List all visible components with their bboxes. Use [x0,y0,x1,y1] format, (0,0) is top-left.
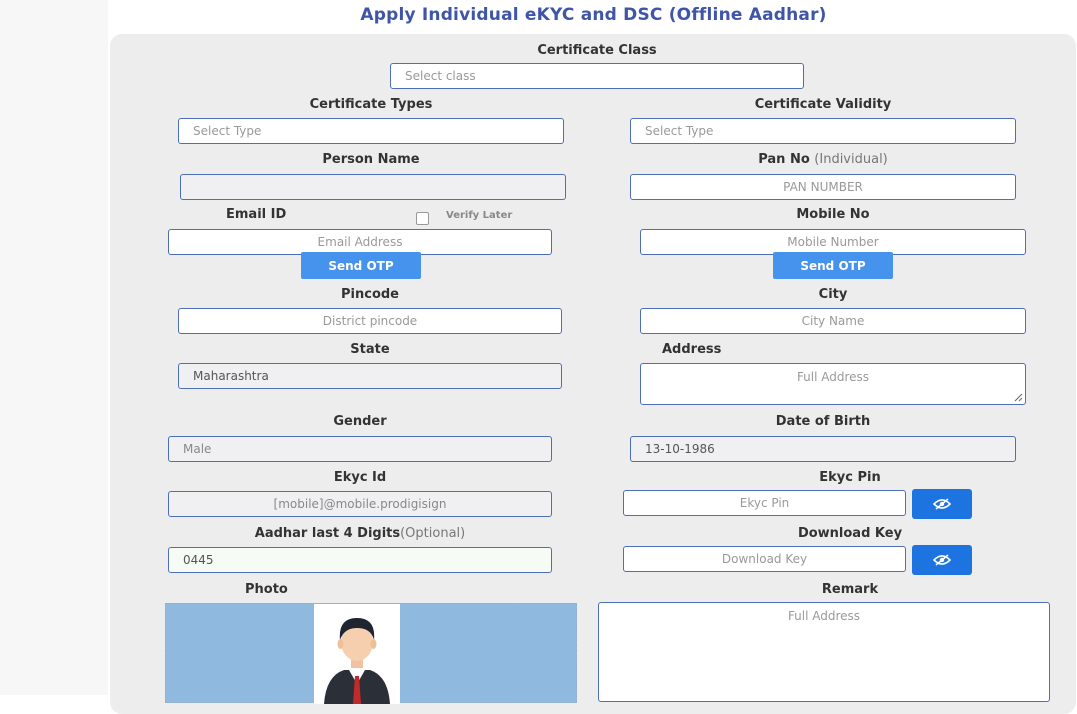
left-gutter [0,0,108,695]
dob-label: Date of Birth [775,414,871,429]
email-send-otp-button[interactable]: Send OTP [301,252,421,279]
eye-slash-icon [933,498,951,510]
ekyc-id-input[interactable]: [mobile]@mobile.prodigisign [168,491,552,517]
address-textarea[interactable]: Full Address [640,363,1026,405]
aadhar-label: Aadhar last 4 Digits(Optional) [168,526,552,541]
email-label: Email ID [226,207,287,222]
remark-label: Remark [821,582,879,597]
avatar [314,604,400,704]
certificate-class-label: Certificate Class [537,43,657,58]
mobile-label: Mobile No [796,207,870,222]
certificate-class-select[interactable]: Select class [390,63,804,89]
verify-later-label: Verify Later [446,210,513,221]
gender-input[interactable]: Male [168,436,552,462]
city-label: City [818,287,848,302]
person-avatar-icon [324,618,390,704]
download-key-input[interactable]: Download Key [623,546,906,572]
ekyc-pin-toggle-button[interactable] [912,489,972,519]
state-input[interactable]: Maharashtra [178,363,562,389]
page-title: Apply Individual eKYC and DSC (Offline A… [360,5,827,25]
remark-textarea[interactable]: Full Address [598,602,1050,702]
ekyc-id-label: Ekyc Id [333,470,387,485]
photo-upload-area[interactable] [165,603,577,704]
certificate-types-label: Certificate Types [309,97,433,112]
address-placeholder: Full Address [796,370,870,384]
person-name-input[interactable] [180,174,566,200]
verify-later-checkbox[interactable] [416,212,429,225]
pan-no-label: Pan No (Individual) [630,152,1016,167]
city-input[interactable]: City Name [640,308,1026,334]
certificate-validity-label: Certificate Validity [754,97,892,112]
aadhar-label-suffix: (Optional) [400,526,466,541]
aadhar-label-text: Aadhar last 4 Digits [254,526,401,541]
resize-grip-icon[interactable] [1013,392,1023,402]
download-key-label: Download Key [797,526,903,541]
download-key-toggle-button[interactable] [912,545,972,575]
eye-slash-icon [933,554,951,566]
remark-placeholder: Full Address [787,609,861,623]
dob-input[interactable]: 13-10-1986 [630,436,1016,462]
address-label: Address [662,342,722,357]
ekyc-pin-input[interactable]: Ekyc Pin [623,490,906,516]
certificate-validity-select[interactable]: Select Type [630,118,1016,144]
pan-number-input[interactable]: PAN NUMBER [630,174,1016,200]
photo-label: Photo [245,582,288,597]
pincode-label: Pincode [341,287,399,302]
pan-no-label-suffix: (Individual) [814,152,888,167]
pincode-input[interactable]: District pincode [178,308,562,334]
person-name-label: Person Name [322,152,420,167]
ekyc-pin-label: Ekyc Pin [819,470,881,485]
state-label: State [350,342,390,357]
gender-label: Gender [333,414,387,429]
pan-no-label-text: Pan No [758,152,810,167]
aadhar-last4-input[interactable]: 0445 [168,547,552,573]
certificate-types-select[interactable]: Select Type [178,118,564,144]
mobile-send-otp-button[interactable]: Send OTP [773,252,893,279]
